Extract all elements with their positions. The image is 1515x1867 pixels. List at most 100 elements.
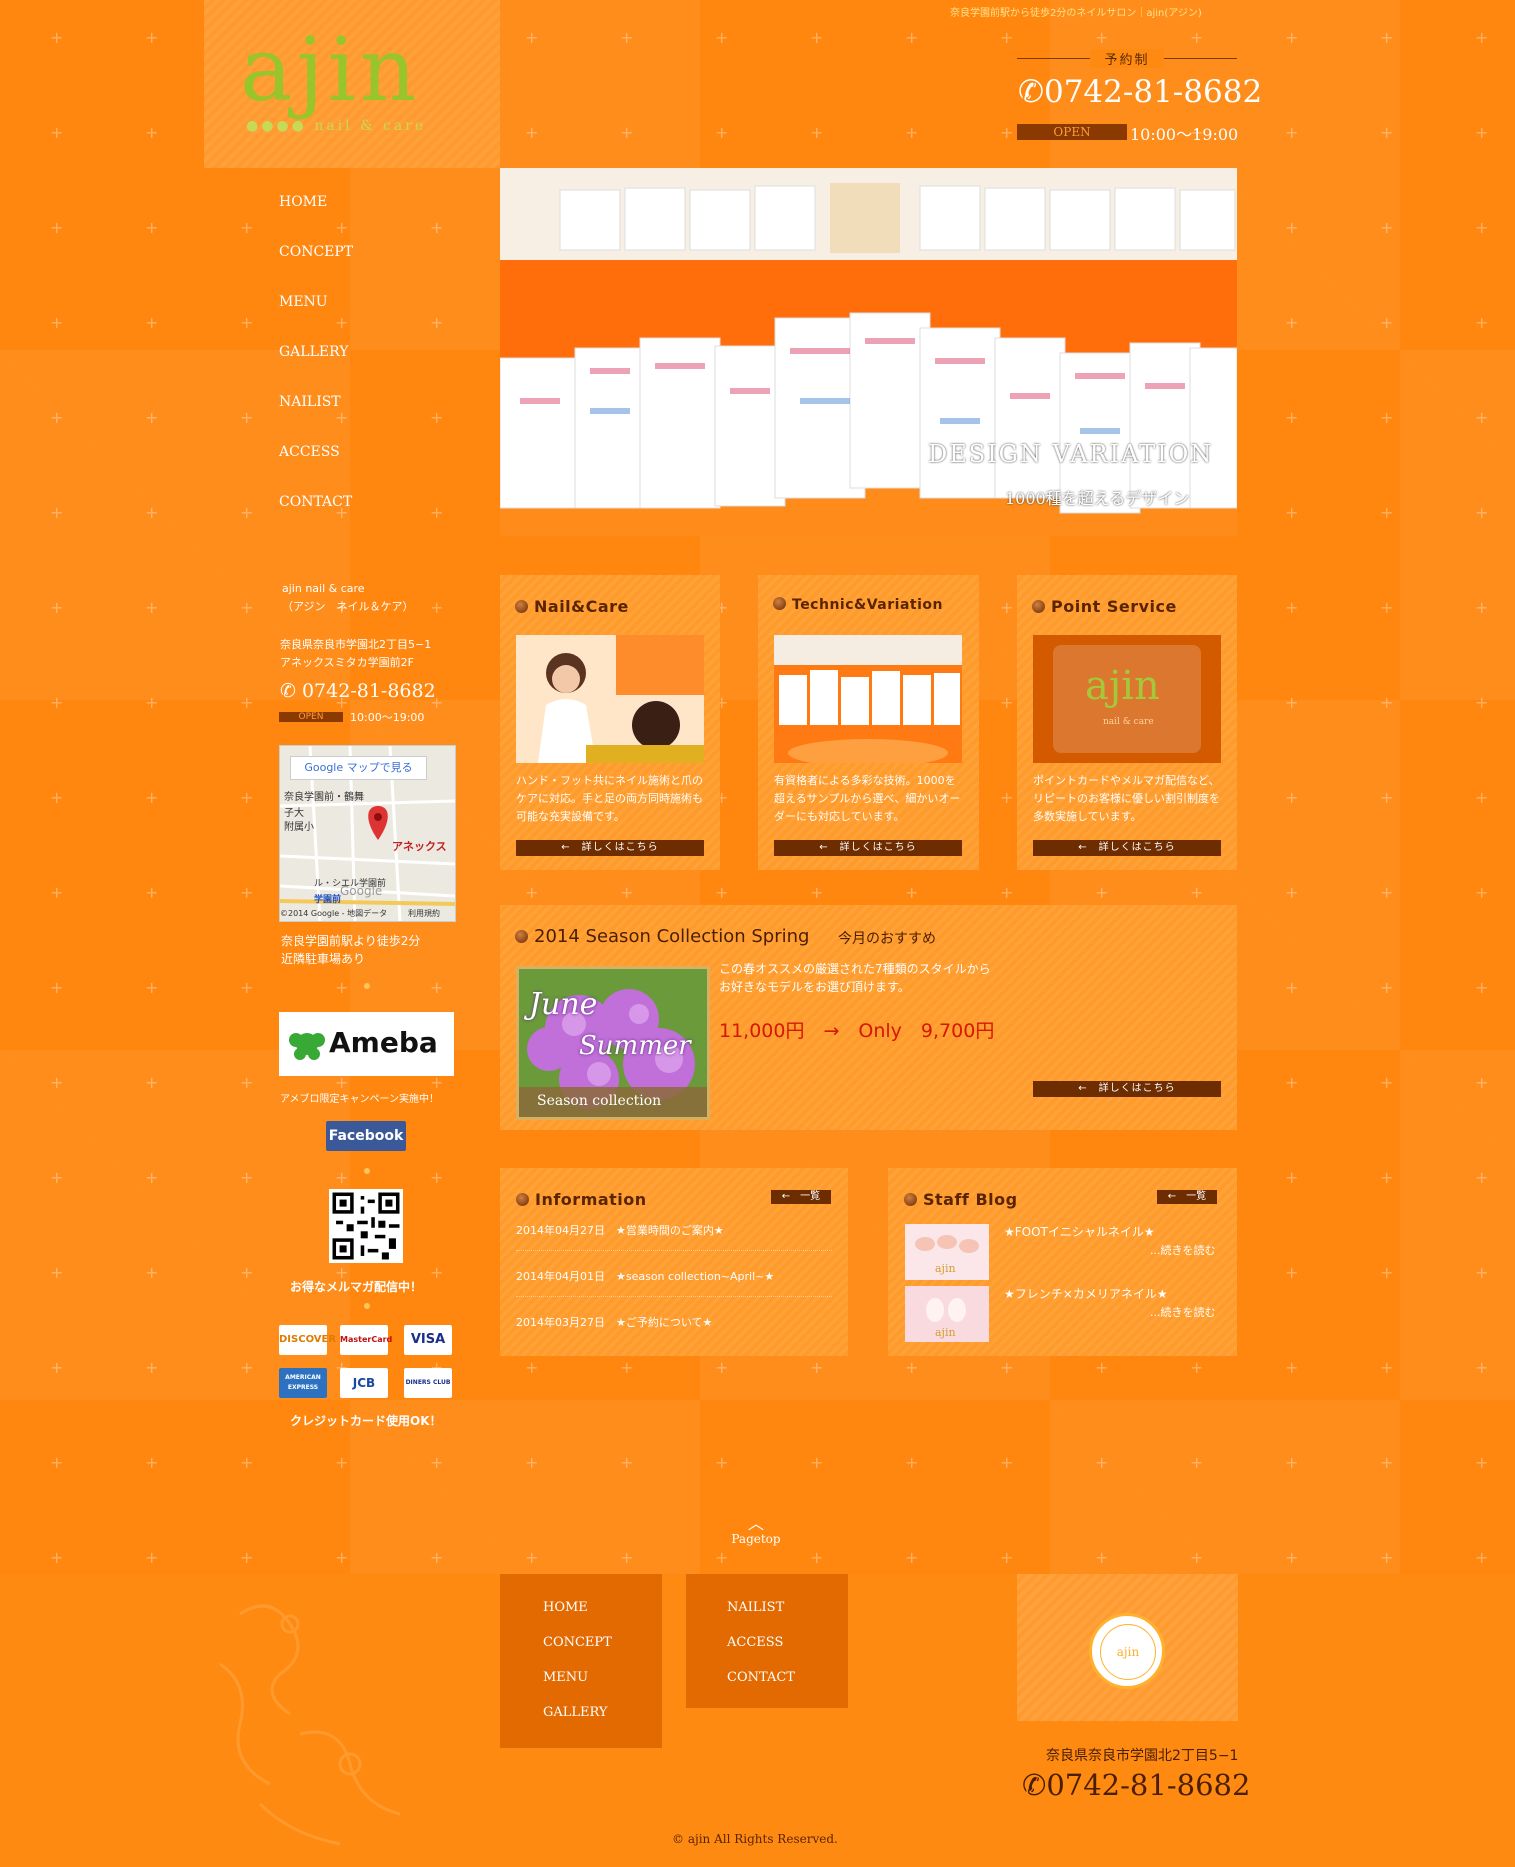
phone-icon: ✆ <box>280 680 296 702</box>
blog-list-button[interactable]: ← 一覧 <box>1157 1190 1217 1204</box>
service-image[interactable]: ajin nail & care <box>1033 635 1221 763</box>
background-cross: + <box>1475 28 1489 47</box>
background-cross: + <box>715 883 729 902</box>
nav-menu[interactable]: MENU <box>279 290 353 340</box>
background-cross: + <box>1285 788 1299 807</box>
service-more-button[interactable]: ← 詳しくはこちら <box>1033 840 1221 856</box>
background-cross: + <box>240 978 254 997</box>
footer-nav-contact[interactable]: CONTACT <box>727 1668 795 1703</box>
hero-title: DESIGN VARIATION <box>928 440 1214 468</box>
background-cross: + <box>905 1548 919 1567</box>
season-image[interactable]: June Summer Season collection <box>516 966 710 1120</box>
blog-thumbnail[interactable]: ajin <box>905 1224 989 1280</box>
footer-nav-concept[interactable]: CONCEPT <box>543 1633 612 1668</box>
info-row[interactable]: 2014年04月01日 ★season collection~April~★ <box>516 1264 832 1297</box>
background-cross: + <box>240 1358 254 1377</box>
background-cross: + <box>50 28 64 47</box>
mastercard-icon: MasterCard <box>340 1325 392 1355</box>
map-terms-link[interactable]: 利用規約 <box>408 908 440 919</box>
footer-nav-gallery[interactable]: GALLERY <box>543 1703 612 1738</box>
bullet-icon <box>516 1193 529 1206</box>
main-nav: HOME CONCEPT MENU GALLERY NAILIST ACCESS… <box>279 190 353 540</box>
background-cross: + <box>715 123 729 142</box>
background-cross: + <box>50 788 64 807</box>
background-cross: + <box>50 1358 64 1377</box>
background-cross: + <box>1380 693 1394 712</box>
service-more-button[interactable]: ← 詳しくはこちら <box>774 840 962 856</box>
map-label: 学園前 <box>314 895 342 905</box>
footer-nav-access[interactable]: ACCESS <box>727 1633 795 1668</box>
background-cross: + <box>240 883 254 902</box>
background-cross: + <box>430 1073 444 1092</box>
footer-nav-home[interactable]: HOME <box>543 1598 612 1633</box>
background-cross: + <box>1190 28 1204 47</box>
nav-nailist[interactable]: NAILIST <box>279 390 353 440</box>
bullet-icon <box>515 930 528 943</box>
footer-nav-menu[interactable]: MENU <box>543 1668 612 1703</box>
background-cross: + <box>905 1453 919 1472</box>
background-cross: + <box>1380 1073 1394 1092</box>
background-cross: + <box>240 1453 254 1472</box>
background-cross: + <box>1380 1548 1394 1567</box>
nav-concept[interactable]: CONCEPT <box>279 240 353 290</box>
access-note: 奈良学園前駅より徒歩2分 近隣駐車場あり <box>281 934 421 966</box>
nav-access[interactable]: ACCESS <box>279 440 353 490</box>
background-cross: + <box>1380 1263 1394 1282</box>
background-cross: + <box>1285 598 1299 617</box>
facebook-button[interactable]: Facebook <box>326 1121 406 1151</box>
nav-contact[interactable]: CONTACT <box>279 490 353 540</box>
info-row[interactable]: 2014年04月27日 ★営業時間のご案内★ <box>516 1218 832 1251</box>
ameba-banner[interactable]: Ameba <box>279 1012 454 1076</box>
background-cross: + <box>430 408 444 427</box>
map-label: ©2014 Google - 地図データ <box>280 909 388 918</box>
service-box-point-service: Point Service ajin nail & care ポイントカードやメ… <box>1017 575 1237 870</box>
background-cross: + <box>1380 313 1394 332</box>
footer-nav-nailist[interactable]: NAILIST <box>727 1598 795 1633</box>
information-list-button[interactable]: ← 一覧 <box>771 1190 831 1204</box>
open-hours: 10:00〜19:00 <box>1130 125 1239 144</box>
background-cross: + <box>50 693 64 712</box>
footer-address: 奈良県奈良市学園北2丁目5−1 <box>1046 1748 1239 1764</box>
background-cross: + <box>1285 1548 1299 1567</box>
discover-card-icon: DISCOVER <box>279 1325 336 1355</box>
blog-thumbnail[interactable]: ajin <box>905 1286 989 1342</box>
footer-nav-left: HOME CONCEPT MENU GALLERY <box>500 1574 662 1748</box>
information-title: Information <box>516 1190 647 1209</box>
background-cross: + <box>1285 28 1299 47</box>
service-more-button[interactable]: ← 詳しくはこちら <box>516 840 704 856</box>
blog-read-more[interactable]: ...続きを読む <box>1150 1304 1216 1320</box>
service-image[interactable] <box>516 635 704 763</box>
service-image[interactable] <box>774 635 962 763</box>
season-more-button[interactable]: ← 詳しくはこちら <box>1033 1081 1221 1097</box>
nav-gallery[interactable]: GALLERY <box>279 340 353 390</box>
background-cross: + <box>1285 218 1299 237</box>
background-cross: + <box>1475 1358 1489 1377</box>
google-map[interactable]: Google マップで見る 奈良学園前・鶴舞 子大 附属小 アネックス ル・シエ… <box>279 745 456 922</box>
phone-icon: ✆ <box>1022 1768 1047 1802</box>
background-cross: + <box>1000 1453 1014 1472</box>
background-cross: + <box>525 1358 539 1377</box>
logo[interactable]: ajin <box>240 20 421 120</box>
background-cross: + <box>145 788 159 807</box>
background-cross: + <box>145 978 159 997</box>
background-cross: + <box>1285 693 1299 712</box>
blog-read-more[interactable]: ...続きを読む <box>1150 1242 1216 1258</box>
pagetop-link[interactable]: ︿ Pagetop <box>728 1514 784 1547</box>
background-cross: + <box>1380 883 1394 902</box>
chevron-up-icon: ︿ <box>747 1514 764 1533</box>
qr-code[interactable] <box>329 1189 403 1263</box>
background-cross: + <box>50 218 64 237</box>
background-cross: + <box>50 123 64 142</box>
background-cross: + <box>335 1548 349 1567</box>
nav-home[interactable]: HOME <box>279 190 353 240</box>
background-cross: + <box>145 1073 159 1092</box>
background-cross: + <box>810 123 824 142</box>
map-open-button[interactable]: Google マップで見る <box>290 756 427 780</box>
background-cross: + <box>1000 1358 1014 1377</box>
footer-logo-box[interactable]: ajin <box>1017 1574 1238 1721</box>
background-cross: + <box>430 313 444 332</box>
background-cross: + <box>525 1453 539 1472</box>
blog-post-title[interactable]: ★FOOTイニシャルネイル★ <box>1004 1223 1155 1240</box>
info-row[interactable]: 2014年03月27日 ★ご予約について★ <box>516 1310 832 1342</box>
blog-post-title[interactable]: ★フレンチ×カメリアネイル★ <box>1004 1285 1168 1302</box>
